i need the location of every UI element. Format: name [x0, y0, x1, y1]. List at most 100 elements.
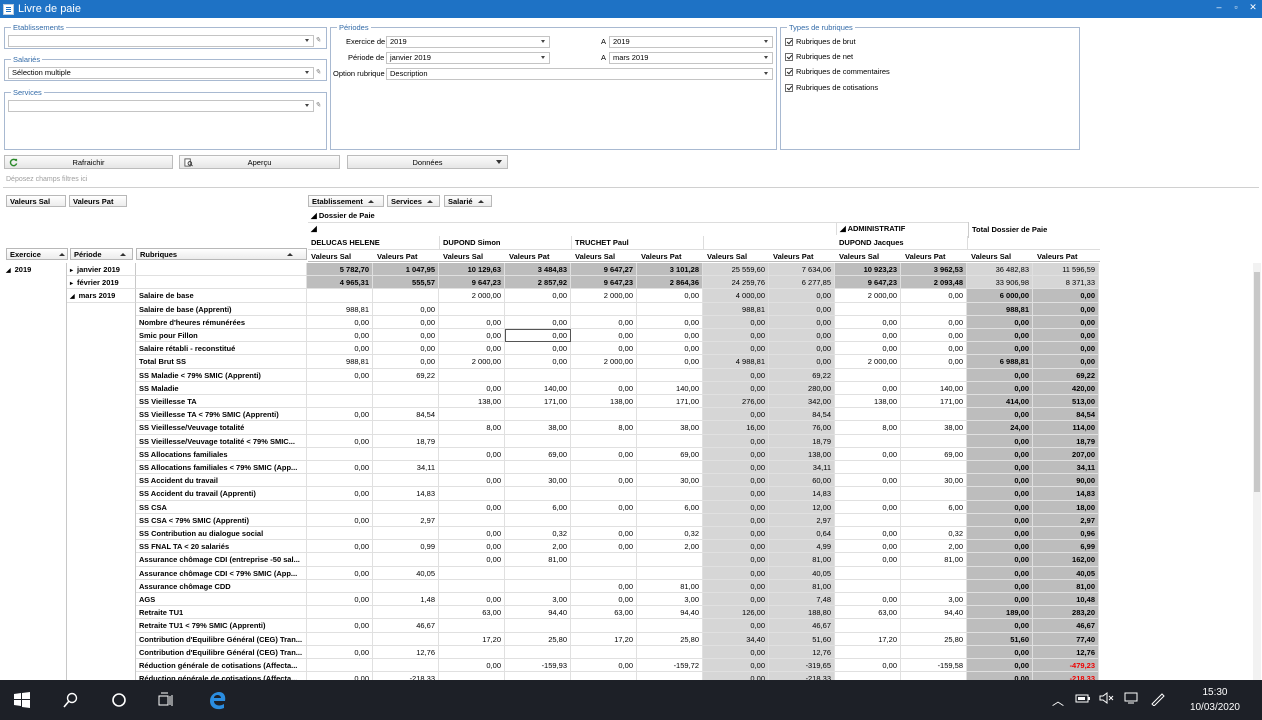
edit-icon[interactable]: ✎ — [315, 69, 323, 77]
checkbox-commentaires[interactable]: Rubriques de commentaires — [785, 67, 890, 76]
value-cell — [835, 619, 901, 633]
periode-from-select[interactable]: janvier 2019 — [386, 52, 550, 64]
task-view-button[interactable] — [155, 688, 179, 712]
periode-to-select[interactable]: mars 2019 — [609, 52, 773, 64]
expand-icon[interactable]: ◢ — [6, 268, 11, 274]
value-cell: 0,00 — [703, 540, 769, 554]
preview-button[interactable]: Aperçu — [179, 155, 340, 169]
value-cell: 0,00 — [439, 381, 505, 395]
checkbox-brut[interactable]: Rubriques de brut — [785, 37, 856, 46]
value-cell — [835, 461, 901, 475]
dossier-header[interactable]: ◢ Dossier de Paie — [308, 209, 968, 223]
column-field-salarie[interactable]: Salarié — [444, 195, 492, 207]
edit-icon[interactable]: ✎ — [315, 102, 323, 110]
value-cell — [571, 302, 637, 316]
battery-icon[interactable] — [1075, 692, 1091, 704]
periode-cell — [67, 342, 136, 356]
value-cell — [505, 672, 571, 680]
exercice-cell — [3, 421, 67, 435]
close-button[interactable]: ✕ — [1248, 2, 1258, 13]
value-cell — [439, 619, 505, 633]
services-select[interactable]: ✎ — [8, 100, 321, 112]
table-row: SS Vieillesse TA 138,00 171,00 138,00 171,00… — [3, 395, 1100, 409]
total-header: Total Dossier de Paie — [968, 222, 1100, 238]
exercice-from-select[interactable]: 2019 — [386, 36, 550, 48]
search-button[interactable] — [59, 688, 83, 712]
column-field-services[interactable]: Services — [387, 195, 440, 207]
value-cell: -218,33 — [1033, 672, 1099, 680]
value-cell: 0,00 — [307, 672, 373, 680]
etablissements-select[interactable]: ✎ — [8, 35, 321, 47]
checkbox-cotisations[interactable]: Rubriques de cotisations — [785, 83, 878, 92]
row-field-rubriques[interactable]: Rubriques — [136, 248, 307, 260]
etablissement-expand-header[interactable]: ◢ — [308, 222, 704, 235]
value-cell — [373, 421, 439, 435]
value-cell: 0,00 — [439, 474, 505, 488]
value-cell: 2 000,00 — [835, 289, 901, 303]
pen-icon[interactable] — [1150, 692, 1166, 706]
volume-muted-icon[interactable] — [1099, 692, 1115, 704]
chevron-down-icon — [764, 56, 768, 59]
collapsed-icon[interactable]: ▸ — [70, 268, 73, 274]
periode-cell[interactable]: ◢ mars 2019 — [67, 289, 136, 303]
value-cell: 0,00 — [439, 500, 505, 514]
value-cell — [373, 395, 439, 409]
row-field-periode[interactable]: Période — [70, 248, 133, 260]
value-cell — [901, 579, 967, 593]
exercice-cell[interactable]: ◢ 2019 — [3, 263, 67, 277]
table-row: ◢ mars 2019 Salaire de base 2 000,00 0,00 2 0… — [3, 289, 1100, 303]
vertical-scrollbar[interactable] — [1253, 263, 1261, 680]
value-cell: 0,00 — [967, 487, 1033, 501]
value-cell: 6,00 — [637, 500, 703, 514]
rubrique-cell: Retraite TU1 < 79% SMIC (Apprenti) — [136, 619, 307, 633]
rubrique-cell: SS Vieillesse/Veuvage totalité — [136, 421, 307, 435]
column-field-etablissement[interactable]: Etablissement — [308, 195, 384, 207]
value-cell — [307, 527, 373, 541]
filter-drop-zone[interactable]: Déposez champs filtres ici — [3, 172, 1259, 188]
checkbox-net[interactable]: Rubriques de net — [785, 52, 853, 61]
value-cell: 0,00 — [967, 368, 1033, 382]
data-field-valeurs-pat[interactable]: Valeurs Pat — [69, 195, 127, 207]
network-icon[interactable] — [1123, 692, 1139, 704]
value-cell: 18,79 — [373, 434, 439, 448]
value-cell: 2 000,00 — [571, 355, 637, 369]
value-cell: 10 923,23 — [835, 263, 901, 277]
salaries-select[interactable]: Sélection multiple ✎ — [8, 67, 321, 79]
value-cell: 0,00 — [571, 315, 637, 329]
refresh-button[interactable]: Rafraichir — [4, 155, 173, 169]
start-button[interactable] — [10, 688, 34, 712]
data-field-valeurs-sal[interactable]: Valeurs Sal — [6, 195, 66, 207]
periode-cell[interactable]: ▸ janvier 2019 — [67, 263, 136, 277]
value-cell: 0,00 — [703, 381, 769, 395]
value-cell — [637, 672, 703, 680]
scrollbar-thumb[interactable] — [1254, 272, 1260, 492]
value-cell: 0,00 — [307, 566, 373, 580]
header-valeurs-pat: Valeurs Pat — [509, 252, 550, 261]
value-cell: 0,00 — [703, 342, 769, 356]
clock[interactable]: 15:30 10/03/2020 — [1190, 685, 1240, 715]
maximize-button[interactable]: ▫ — [1231, 2, 1241, 13]
value-cell: 9 647,23 — [835, 276, 901, 290]
value-cell: 0,00 — [307, 368, 373, 382]
value-cell: 0,00 — [307, 434, 373, 448]
cortana-button[interactable] — [107, 688, 131, 712]
option-rubrique-select[interactable]: Description — [386, 68, 773, 80]
value-cell: 0,00 — [439, 329, 505, 343]
edit-icon[interactable]: ✎ — [315, 37, 323, 45]
chevron-up-icon[interactable]: ︿ — [1052, 692, 1064, 709]
minimize-button[interactable]: ‒ — [1214, 2, 1224, 13]
periode-cell[interactable]: ▸ février 2019 — [67, 276, 136, 290]
edge-button[interactable] — [205, 688, 229, 712]
periode-cell — [67, 593, 136, 607]
service-admin-header[interactable]: ◢ ADMINISTRATIF — [836, 222, 968, 235]
row-field-exercice[interactable]: Exercice — [6, 248, 68, 260]
checkbox-checked-icon — [785, 52, 793, 61]
table-row: SS Maladie < 79% SMIC (Apprenti) 0,00 69,2… — [3, 368, 1100, 382]
value-cell: 94,40 — [901, 606, 967, 620]
expand-icon[interactable]: ◢ — [70, 294, 75, 300]
value-cell: 0,00 — [901, 329, 967, 343]
collapsed-icon[interactable]: ▸ — [70, 281, 73, 287]
data-dropdown-button[interactable]: Données — [347, 155, 508, 169]
exercice-to-select[interactable]: 2019 — [609, 36, 773, 48]
value-cell: 0,00 — [703, 461, 769, 475]
